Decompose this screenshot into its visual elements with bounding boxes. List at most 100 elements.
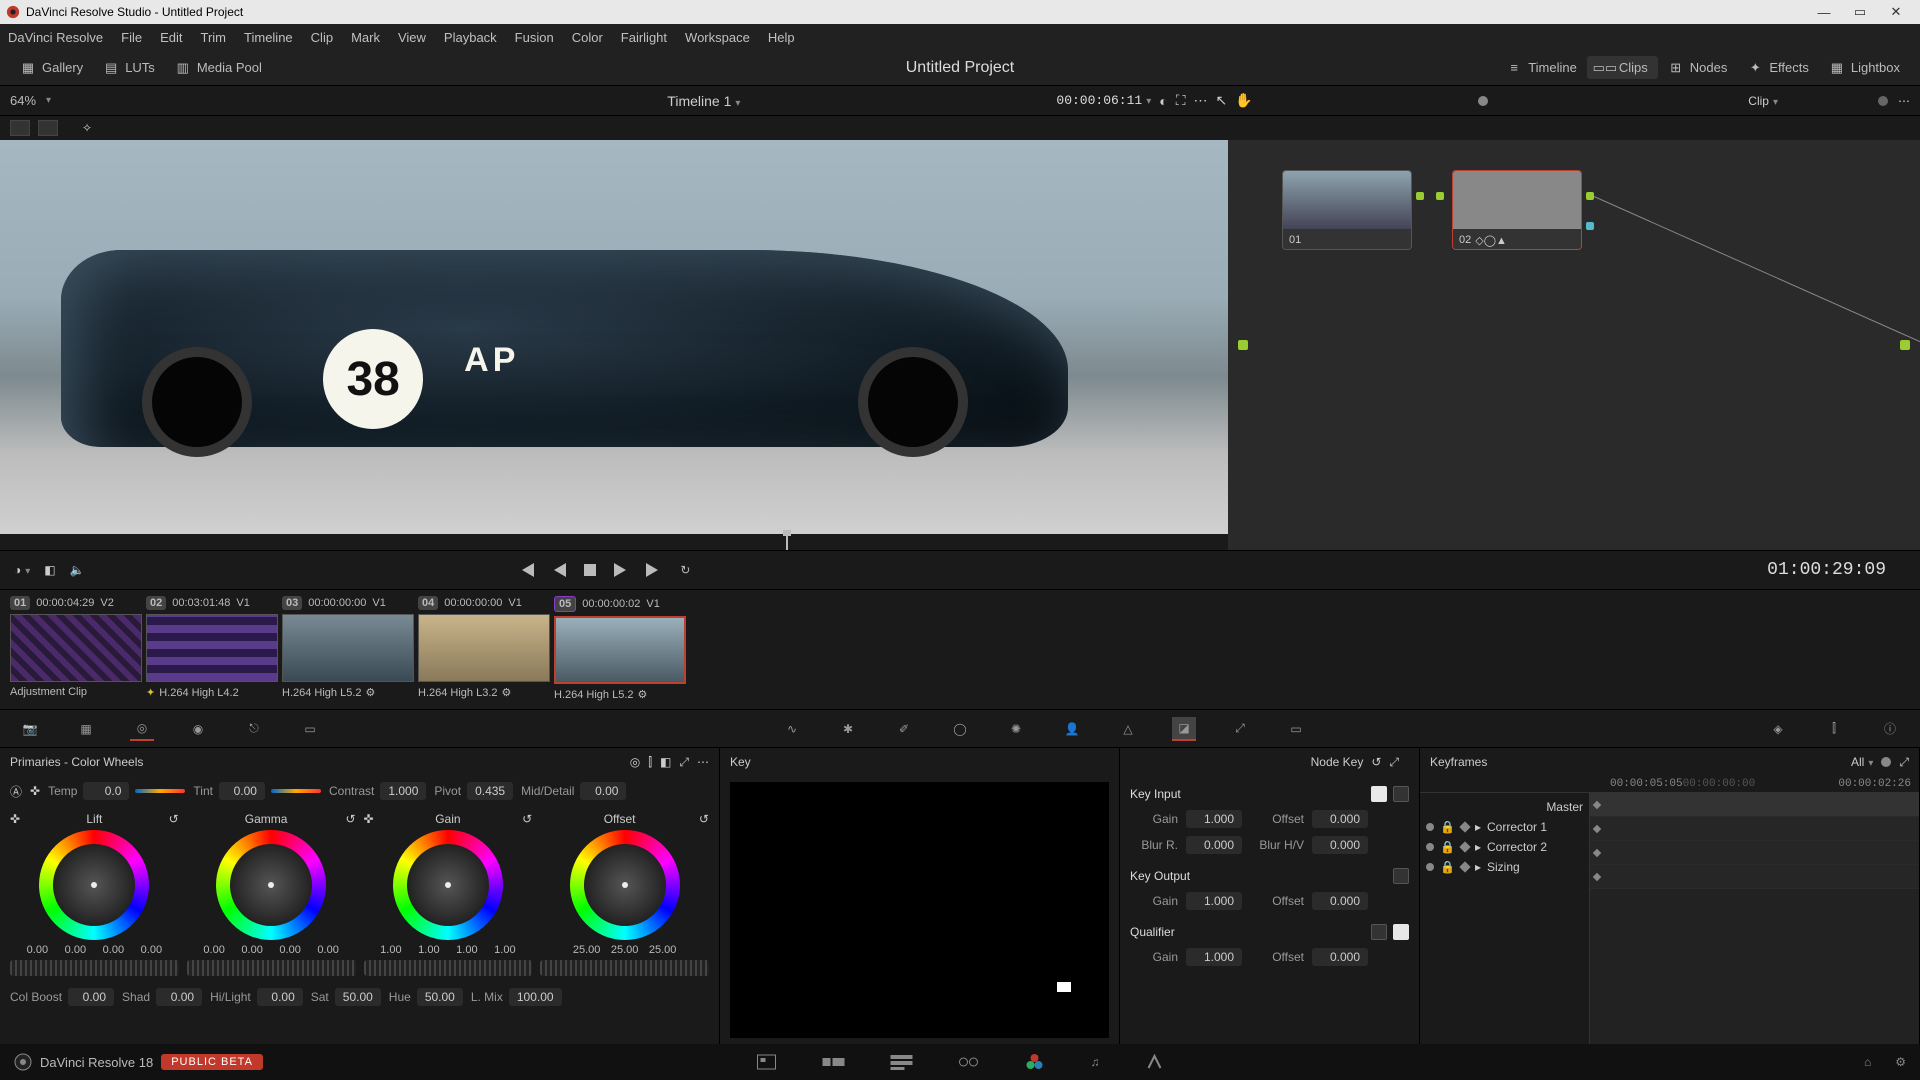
- fairlight-page-button[interactable]: ♫: [1091, 1055, 1100, 1069]
- wheel-center-icon[interactable]: [622, 882, 628, 888]
- go-to-first-frame-button[interactable]: [518, 563, 536, 577]
- lift-reset-icon[interactable]: ↺: [169, 812, 179, 826]
- keyframes-sizing-row[interactable]: 🔒▸Sizing: [1426, 857, 1583, 877]
- menu-edit[interactable]: Edit: [160, 30, 182, 45]
- shad-value[interactable]: 0.00: [156, 988, 202, 1006]
- nodes-toggle-button[interactable]: ⊞Nodes: [1658, 56, 1738, 79]
- temp-slider[interactable]: [135, 789, 185, 793]
- wheel-center-icon[interactable]: [268, 882, 274, 888]
- keyframes-corrector2-row[interactable]: 🔒▸Corrector 2: [1426, 837, 1583, 857]
- clip-thumb-03[interactable]: 0300:00:00:00V1 H.264 High L5.2⚙: [282, 596, 414, 703]
- key-preview-canvas[interactable]: [730, 782, 1109, 1038]
- gamma-jog-wheel[interactable]: [187, 960, 356, 976]
- node-connector[interactable]: [1586, 222, 1594, 230]
- pivot-value[interactable]: 0.435: [467, 782, 513, 800]
- node-zoom-dot[interactable]: [1478, 96, 1488, 106]
- key-output-offset-value[interactable]: 0.000: [1312, 892, 1368, 910]
- menu-timeline[interactable]: Timeline: [244, 30, 293, 45]
- menu-playback[interactable]: Playback: [444, 30, 497, 45]
- clip-settings-icon[interactable]: ⚙: [502, 686, 512, 699]
- clip-settings-icon[interactable]: ⚙: [638, 688, 648, 701]
- contrast-value[interactable]: 1.000: [380, 782, 426, 800]
- qualifier-offset-value[interactable]: 0.000: [1312, 948, 1368, 966]
- key-output-invert-icon[interactable]: [1393, 868, 1409, 884]
- clip-thumb-02[interactable]: 0200:03:01:48V1 ✦H.264 High L4.2: [146, 596, 278, 703]
- offset-jog-wheel[interactable]: [540, 960, 709, 976]
- primaries-expand-icon[interactable]: ⤢: [679, 755, 689, 770]
- camera-raw-tab-icon[interactable]: 📷: [18, 717, 42, 741]
- sat-value[interactable]: 50.00: [335, 988, 381, 1006]
- kf-enable-dot-icon[interactable]: [1426, 823, 1434, 831]
- key-input-blurhv-value[interactable]: 0.000: [1312, 836, 1368, 854]
- colboost-value[interactable]: 0.00: [68, 988, 114, 1006]
- window-close-button[interactable]: ✕: [1878, 4, 1914, 20]
- node-graph-options-icon[interactable]: [1878, 96, 1888, 106]
- timeline-name-dropdown[interactable]: Timeline 1: [667, 93, 740, 109]
- node-output-dot[interactable]: [1900, 340, 1910, 350]
- menu-mark[interactable]: Mark: [351, 30, 380, 45]
- color-warper-tab-icon[interactable]: ✱: [836, 717, 860, 741]
- menu-help[interactable]: Help: [768, 30, 795, 45]
- keyframes-corrector1-row[interactable]: 🔒▸Corrector 1: [1426, 817, 1583, 837]
- keyframes-master-row[interactable]: Master: [1426, 797, 1583, 817]
- kf-enable-dot-icon[interactable]: [1426, 843, 1434, 851]
- node-input-dot[interactable]: [1238, 340, 1248, 350]
- rgb-mixer-tab-icon[interactable]: ⎋: [242, 717, 266, 741]
- lightbox-button[interactable]: ▦Lightbox: [1819, 56, 1910, 79]
- viewer-canvas[interactable]: 38 AP: [0, 140, 1228, 534]
- qualifier-invert-matte-icon[interactable]: [1371, 924, 1387, 940]
- key-expand-icon[interactable]: ⤢: [1389, 755, 1399, 770]
- window-tab-icon[interactable]: ◯: [948, 717, 972, 741]
- sizing-tab-icon[interactable]: ⤢: [1228, 717, 1252, 741]
- keyframes-all-dropdown[interactable]: All: [1851, 755, 1873, 769]
- wheel-center-icon[interactable]: [91, 882, 97, 888]
- lift-jog-wheel[interactable]: [10, 960, 179, 976]
- menu-clip[interactable]: Clip: [311, 30, 333, 45]
- clip-thumb-01[interactable]: 0100:00:04:29V2 Adjustment Clip: [10, 596, 142, 703]
- gallery-button[interactable]: ▦Gallery: [10, 56, 93, 79]
- lift-picker-icon[interactable]: ✜: [10, 812, 20, 826]
- keyframe-dot-icon[interactable]: [1593, 825, 1601, 833]
- menu-color[interactable]: Color: [572, 30, 603, 45]
- luts-button[interactable]: ▤LUTs: [93, 56, 165, 79]
- node-02[interactable]: 02◇◯▲: [1452, 170, 1582, 250]
- clip-mode-dropdown[interactable]: Clip: [1748, 94, 1778, 108]
- motion-effects-tab-icon[interactable]: ▭: [298, 717, 322, 741]
- kf-lock-icon[interactable]: 🔒: [1440, 840, 1455, 854]
- lift-color-wheel[interactable]: [39, 830, 149, 940]
- keyframes-zoom-dot[interactable]: [1881, 757, 1891, 767]
- menu-file[interactable]: File: [121, 30, 142, 45]
- effects-button[interactable]: ✦Effects: [1737, 56, 1819, 79]
- key-reset-icon[interactable]: ↺: [1371, 755, 1381, 769]
- temp-value[interactable]: 0.0: [83, 782, 129, 800]
- keyframe-dot-icon[interactable]: [1593, 873, 1601, 881]
- pointer-tool-icon[interactable]: ↖: [1216, 92, 1228, 109]
- menu-davinci-resolve[interactable]: DaVinci Resolve: [8, 30, 103, 45]
- hdr-wheels-tab-icon[interactable]: ◉: [186, 717, 210, 741]
- node-graph-menu-icon[interactable]: ⋯: [1898, 94, 1910, 108]
- clip-thumb-05[interactable]: 0500:00:00:02V1 H.264 High L5.2⚙: [554, 596, 686, 703]
- keyframe-dot-icon[interactable]: [1593, 849, 1601, 857]
- media-pool-button[interactable]: ▥Media Pool: [165, 56, 272, 79]
- fusion-page-button[interactable]: [959, 1054, 979, 1070]
- menu-fusion[interactable]: Fusion: [515, 30, 554, 45]
- clip-thumb-04[interactable]: 0400:00:00:00V1 H.264 High L3.2⚙: [418, 596, 550, 703]
- key-input-invert-key-icon[interactable]: [1393, 786, 1409, 802]
- gain-picker-icon[interactable]: ✜: [364, 812, 374, 826]
- playhead-icon[interactable]: [786, 534, 788, 550]
- hilight-value[interactable]: 0.00: [257, 988, 303, 1006]
- node-connector[interactable]: [1416, 192, 1424, 200]
- gain-jog-wheel[interactable]: [364, 960, 533, 976]
- auto-balance-icon[interactable]: Ⓐ: [10, 783, 22, 800]
- key-tab-icon[interactable]: ◪: [1172, 717, 1196, 741]
- play-button[interactable]: [614, 563, 626, 577]
- record-timecode[interactable]: 01:00:29:09: [1767, 560, 1886, 580]
- kf-keyframe-icon[interactable]: [1459, 821, 1470, 832]
- mid-detail-value[interactable]: 0.00: [580, 782, 626, 800]
- key-input-invert-matte-icon[interactable]: [1371, 786, 1387, 802]
- timeline-toggle-button[interactable]: ≡Timeline: [1496, 56, 1587, 79]
- key-input-blurr-value[interactable]: 0.000: [1186, 836, 1242, 854]
- tint-slider[interactable]: [271, 789, 321, 793]
- keyframes-graph[interactable]: [1590, 793, 1919, 1044]
- view-mode-b-button[interactable]: [38, 120, 58, 136]
